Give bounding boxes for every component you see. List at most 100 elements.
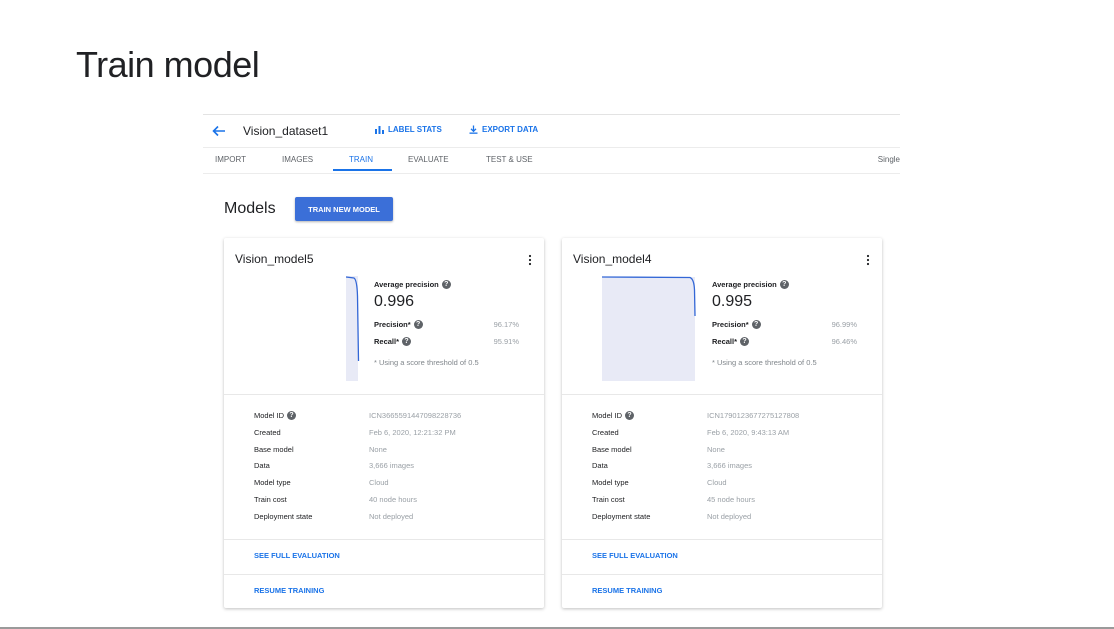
train-new-model-button[interactable]: TRAIN NEW MODEL [295,197,393,221]
created-value: Feb 6, 2020, 12:21:32 PM [369,427,456,437]
divider [224,394,544,395]
recall-row: Recall*? 95.91% [374,337,519,346]
model-id-value: ICN1790123677275127808 [707,411,800,420]
divider [562,394,882,395]
created-value: Feb 6, 2020, 9:43:13 AM [707,427,790,437]
precision-value: 96.99% [831,320,857,329]
tab-bar: IMPORT IMAGES TRAIN EVALUATE TEST & USE … [203,147,900,174]
detail-row-base-model: Base model None [592,445,872,462]
metrics-panel: Average precision ? 0.996 Precision*? 96… [374,280,519,367]
threshold-note: * Using a score threshold of 0.5 [712,358,817,367]
model-type-label: Model type [592,478,629,488]
detail-row-deployment-state: Deployment state Not deployed [254,512,534,529]
deployment-state-label: Deployment state [592,511,651,521]
average-precision-text: Average precision [712,280,777,289]
data-value: 3,666 images [369,461,415,471]
detail-row-model-type: Model type Cloud [592,478,872,495]
precision-recall-chart [346,276,360,381]
single-label: Single [877,155,900,164]
tab-import[interactable]: IMPORT [215,155,246,164]
tab-evaluate[interactable]: EVALUATE [408,155,449,164]
train-cost-label: Train cost [592,494,625,504]
model-id-label: Model ID [592,411,623,420]
model-type-value: Cloud [369,478,389,488]
created-label: Created [254,427,281,437]
more-vert-icon[interactable] [866,254,870,266]
tab-test-and-use[interactable]: TEST & USE [486,155,533,164]
base-model-label: Base model [592,444,632,454]
data-value: 3,666 images [707,461,753,471]
model-id-label: Model ID [254,411,285,420]
created-label: Created [592,427,619,437]
average-precision-label: Average precision ? [712,280,857,289]
help-icon[interactable]: ? [402,337,412,346]
precision-value: 96.17% [493,320,519,329]
dataset-name: Vision_dataset1 [243,124,329,138]
train-cost-value: 45 node hours [707,494,755,504]
model-name: Vision_model5 [235,252,314,266]
recall-label: Recall* [712,337,738,346]
data-label: Data [254,461,270,471]
base-model-value: None [707,444,725,454]
deployment-state-label: Deployment state [254,511,313,521]
see-full-evaluation-link[interactable]: SEE FULL EVALUATION [592,551,678,560]
help-icon[interactable]: ? [413,320,423,329]
train-cost-label: Train cost [254,494,287,504]
resume-training-link[interactable]: RESUME TRAINING [592,586,662,595]
average-precision-value: 0.996 [374,293,415,310]
automl-console: Vision_dataset1 LABEL STATS EXPORT DATA … [203,114,900,614]
precision-label: Precision* [712,320,749,329]
see-full-evaluation-link[interactable]: SEE FULL EVALUATION [254,551,340,560]
detail-row-train-cost: Train cost 40 node hours [254,495,534,512]
detail-row-model-id: Model ID? ICN3665591447098228736 [254,411,534,428]
data-label: Data [592,461,608,471]
detail-row-data: Data 3,666 images [592,461,872,478]
tab-train[interactable]: TRAIN [349,155,373,164]
model-type-label: Model type [254,478,291,488]
divider [562,539,882,540]
recall-value: 95.91% [493,337,519,346]
recall-value: 96.46% [831,337,857,346]
tab-images[interactable]: IMAGES [282,155,313,164]
detail-row-model-id: Model ID? ICN1790123677275127808 [592,411,872,428]
help-icon[interactable]: ? [441,280,451,289]
model-type-value: Cloud [707,478,727,488]
average-precision-text: Average precision [374,280,439,289]
help-icon[interactable]: ? [740,337,750,346]
recall-row: Recall*? 96.46% [712,337,857,346]
deployment-state-value: Not deployed [707,511,752,521]
label-stats-button[interactable]: LABEL STATS [375,125,442,134]
label-stats-label: LABEL STATS [388,125,442,134]
detail-row-train-cost: Train cost 45 node hours [592,495,872,512]
train-cost-value: 40 node hours [369,494,417,504]
model-card: Vision_model4 Average precision ? 0.995 … [562,238,882,608]
base-model-value: None [369,444,387,454]
model-details: Model ID? ICN3665591447098228736 Created… [254,411,534,529]
detail-row-base-model: Base model None [254,445,534,462]
model-details: Model ID? ICN1790123677275127808 Created… [592,411,872,529]
resume-training-link[interactable]: RESUME TRAINING [254,586,324,595]
export-data-button[interactable]: EXPORT DATA [469,125,538,134]
help-icon[interactable]: ? [625,411,635,420]
average-precision-label: Average precision ? [374,280,519,289]
more-vert-icon[interactable] [528,254,532,266]
detail-row-model-type: Model type Cloud [254,478,534,495]
model-card: Vision_model5 Average precision ? 0.996 … [224,238,544,608]
divider [224,539,544,540]
divider [224,574,544,575]
help-icon[interactable]: ? [779,280,789,289]
metrics-panel: Average precision ? 0.995 Precision*? 96… [712,280,857,367]
help-icon[interactable]: ? [287,411,297,420]
download-icon [469,125,478,134]
detail-row-created: Created Feb 6, 2020, 9:43:13 AM [592,428,872,445]
precision-row: Precision*? 96.99% [712,320,857,329]
export-data-label: EXPORT DATA [482,125,539,134]
help-icon[interactable]: ? [751,320,761,329]
precision-row: Precision*? 96.17% [374,320,519,329]
threshold-note: * Using a score threshold of 0.5 [374,358,479,367]
top-bar: Vision_dataset1 LABEL STATS EXPORT DATA [203,114,900,147]
arrow-left-icon[interactable] [211,123,227,139]
models-heading: Models [224,200,276,217]
precision-label: Precision* [374,320,411,329]
deployment-state-value: Not deployed [369,511,414,521]
